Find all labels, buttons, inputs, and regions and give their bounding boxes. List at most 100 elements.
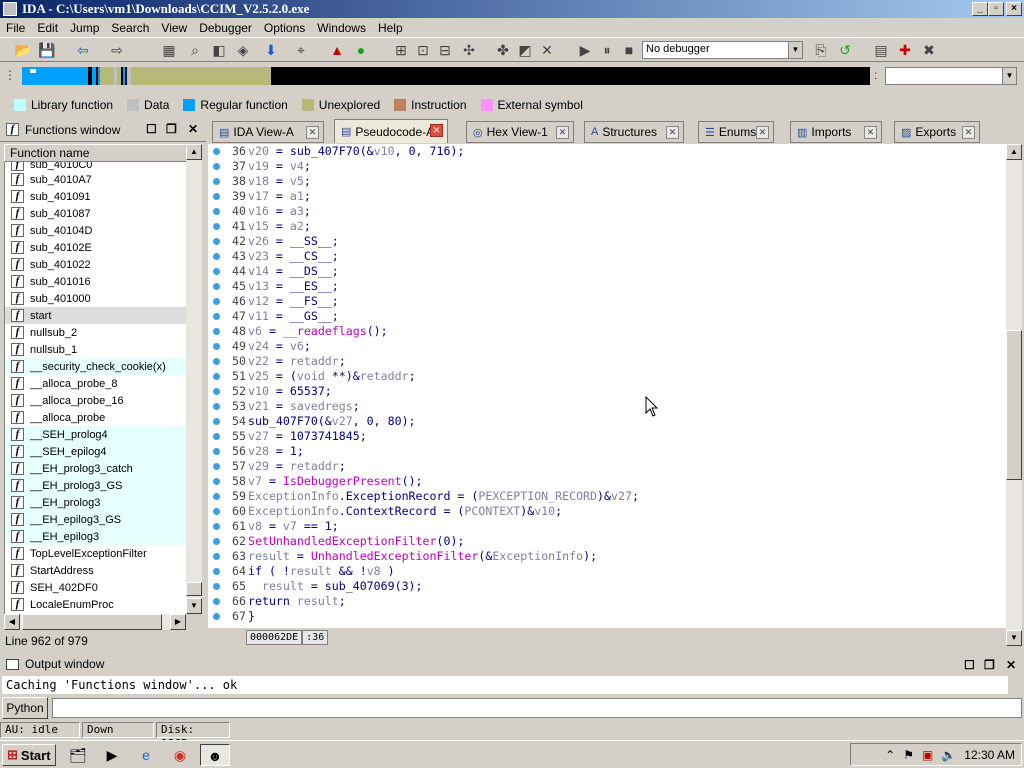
segments-icon[interactable]: ▤: [872, 41, 890, 59]
function-row[interactable]: f nullsub_2: [5, 324, 186, 341]
function-row[interactable]: f __EH_prolog3_GS: [5, 477, 186, 494]
tab-structures[interactable]: A Structures ✕: [584, 121, 684, 143]
close-tab-icon[interactable]: ✕: [962, 126, 975, 139]
undefine-icon[interactable]: ✕: [538, 41, 556, 59]
code-line[interactable]: 36 v20 = sub_407F70(&v10, 0, 716);: [208, 144, 1006, 159]
start-button[interactable]: ⊞ Start: [2, 744, 56, 766]
search-address-icon[interactable]: ⌖: [292, 41, 310, 59]
text-search-icon[interactable]: ⌕: [186, 41, 204, 59]
python-command-input[interactable]: [52, 698, 1022, 718]
breakpoint-dot-icon[interactable]: [213, 298, 220, 305]
function-row[interactable]: f __security_check_cookie(x): [5, 358, 186, 375]
breakpoint-dot-icon[interactable]: [213, 163, 220, 170]
menu-edit[interactable]: Edit: [31, 21, 64, 35]
function-row[interactable]: f sub_4010C0: [5, 162, 186, 171]
ida-task-icon[interactable]: ☻: [200, 744, 230, 766]
python-button[interactable]: Python: [2, 697, 48, 719]
function-row[interactable]: f __EH_prolog3_catch: [5, 460, 186, 477]
functions-vertical-scrollbar[interactable]: ▲ ▼: [186, 144, 202, 614]
menu-help[interactable]: Help: [372, 21, 409, 35]
struct-icon[interactable]: ✤: [494, 41, 512, 59]
float-icon[interactable]: ❐: [166, 123, 177, 135]
function-row[interactable]: f __alloca_probe: [5, 409, 186, 426]
tab-enums[interactable]: ☰ Enums ✕: [698, 121, 774, 143]
minimize-button[interactable]: _: [972, 2, 988, 16]
function-row[interactable]: f SEH_402DF0: [5, 579, 186, 596]
function-row[interactable]: f __SEH_prolog4: [5, 426, 186, 443]
code-line[interactable]: 61 v8 = v7 == 1;: [208, 519, 1006, 534]
code-line[interactable]: 62 SetUnhandledExceptionFilter(0);: [208, 534, 1006, 549]
create-function-icon[interactable]: ◩: [516, 41, 534, 59]
code-line[interactable]: 46 v12 = __FS__;: [208, 294, 1006, 309]
breakpoint-icon[interactable]: ✚: [896, 41, 914, 59]
scroll-up-icon[interactable]: ▲: [186, 144, 202, 160]
string-icon[interactable]: ⊟: [436, 41, 454, 59]
scroll-down-icon[interactable]: ▼: [1006, 630, 1022, 646]
code-line[interactable]: 55 v27 = 1073741845;: [208, 429, 1006, 444]
function-row[interactable]: f __EH_epilog3: [5, 528, 186, 545]
breakpoint-dot-icon[interactable]: [213, 253, 220, 260]
code-line[interactable]: 54 sub_407F70(&v27, 0, 80);: [208, 414, 1006, 429]
breakpoint-dot-icon[interactable]: [213, 223, 220, 230]
breakpoint-dot-icon[interactable]: [213, 373, 220, 380]
open-icon[interactable]: 📂: [14, 41, 32, 59]
code-line[interactable]: 48 v6 = __readeflags();: [208, 324, 1006, 339]
step-icon[interactable]: ↺: [836, 41, 854, 59]
hscroll-thumb[interactable]: [22, 614, 162, 630]
volume-icon[interactable]: 🔈: [941, 748, 956, 762]
scroll-down-icon[interactable]: ▼: [186, 598, 202, 614]
code-line[interactable]: 45 v13 = __ES__;: [208, 279, 1006, 294]
code-line[interactable]: 50 v22 = retaddr;: [208, 354, 1006, 369]
chevron-down-icon[interactable]: ▼: [788, 42, 802, 58]
chevron-up-icon[interactable]: ⌃: [885, 748, 895, 762]
function-row[interactable]: f __SEH_epilog4: [5, 443, 186, 460]
function-row[interactable]: f sub_40104D: [5, 222, 186, 239]
close-button[interactable]: ×: [1006, 2, 1022, 16]
breakpoint-dot-icon[interactable]: [213, 238, 220, 245]
breakpoint-dot-icon[interactable]: [213, 343, 220, 350]
code-line[interactable]: 38 v18 = v5;: [208, 174, 1006, 189]
nav-select[interactable]: ▼: [885, 67, 1017, 85]
tab-hex-view-1[interactable]: ◎ Hex View-1 ✕: [466, 121, 574, 143]
close-tab-icon[interactable]: ✕: [556, 126, 569, 139]
breakpoint-dot-icon[interactable]: [213, 598, 220, 605]
pseudocode-vertical-scrollbar[interactable]: ▲ ▼: [1006, 144, 1022, 646]
function-row[interactable]: f start: [5, 307, 186, 324]
function-row[interactable]: f StartAddress: [5, 562, 186, 579]
tab-imports[interactable]: ▥ Imports ✕: [790, 121, 882, 143]
binary-search-icon[interactable]: ▦: [160, 41, 178, 59]
next-code-icon[interactable]: ◧: [210, 41, 228, 59]
function-row[interactable]: f sub_401016: [5, 273, 186, 290]
close-tab-icon[interactable]: ✕: [756, 126, 769, 139]
breakpoint-dot-icon[interactable]: [213, 433, 220, 440]
code-line[interactable]: 42 v26 = __SS__;: [208, 234, 1006, 249]
scroll-thumb[interactable]: [186, 582, 202, 596]
function-row[interactable]: f sub_4010A7: [5, 171, 186, 188]
breakpoint-dot-icon[interactable]: [213, 403, 220, 410]
chevron-down-icon[interactable]: ▼: [1002, 68, 1016, 84]
breakpoint-dot-icon[interactable]: [213, 463, 220, 470]
function-row[interactable]: f sub_401000: [5, 290, 186, 307]
functions-horizontal-scrollbar[interactable]: ◀ ▶: [4, 614, 186, 630]
menu-jump[interactable]: Jump: [64, 21, 105, 35]
code-line[interactable]: 57 v29 = retaddr;: [208, 459, 1006, 474]
function-name-column-header[interactable]: Function name: [4, 144, 188, 162]
breakpoint-dot-icon[interactable]: [213, 508, 220, 515]
scroll-left-icon[interactable]: ◀: [4, 614, 20, 630]
close-tab-icon[interactable]: ✕: [666, 126, 679, 139]
code-line[interactable]: 60 ExceptionInfo.ContextRecord = (PCONTEX…: [208, 504, 1006, 519]
breakpoint-dot-icon[interactable]: [213, 388, 220, 395]
save-icon[interactable]: 💾: [38, 41, 56, 59]
code-icon[interactable]: ⊞: [392, 41, 410, 59]
breakpoint-dot-icon[interactable]: [213, 283, 220, 290]
function-row[interactable]: f __alloca_probe_8: [5, 375, 186, 392]
code-line[interactable]: 43 v23 = __CS__;: [208, 249, 1006, 264]
code-line[interactable]: 64 if ( !result && !v8 ): [208, 564, 1006, 579]
breakpoint-dot-icon[interactable]: [213, 448, 220, 455]
breakpoint-dot-icon[interactable]: [213, 568, 220, 575]
breakpoint-dot-icon[interactable]: [213, 583, 220, 590]
code-line[interactable]: 56 v28 = 1;: [208, 444, 1006, 459]
navigation-band[interactable]: [22, 67, 870, 85]
close-tab-icon[interactable]: ✕: [864, 126, 877, 139]
functions-list[interactable]: f sub_4010C0 f sub_4010A7 f sub_401091 f sub_40…: [4, 162, 186, 614]
